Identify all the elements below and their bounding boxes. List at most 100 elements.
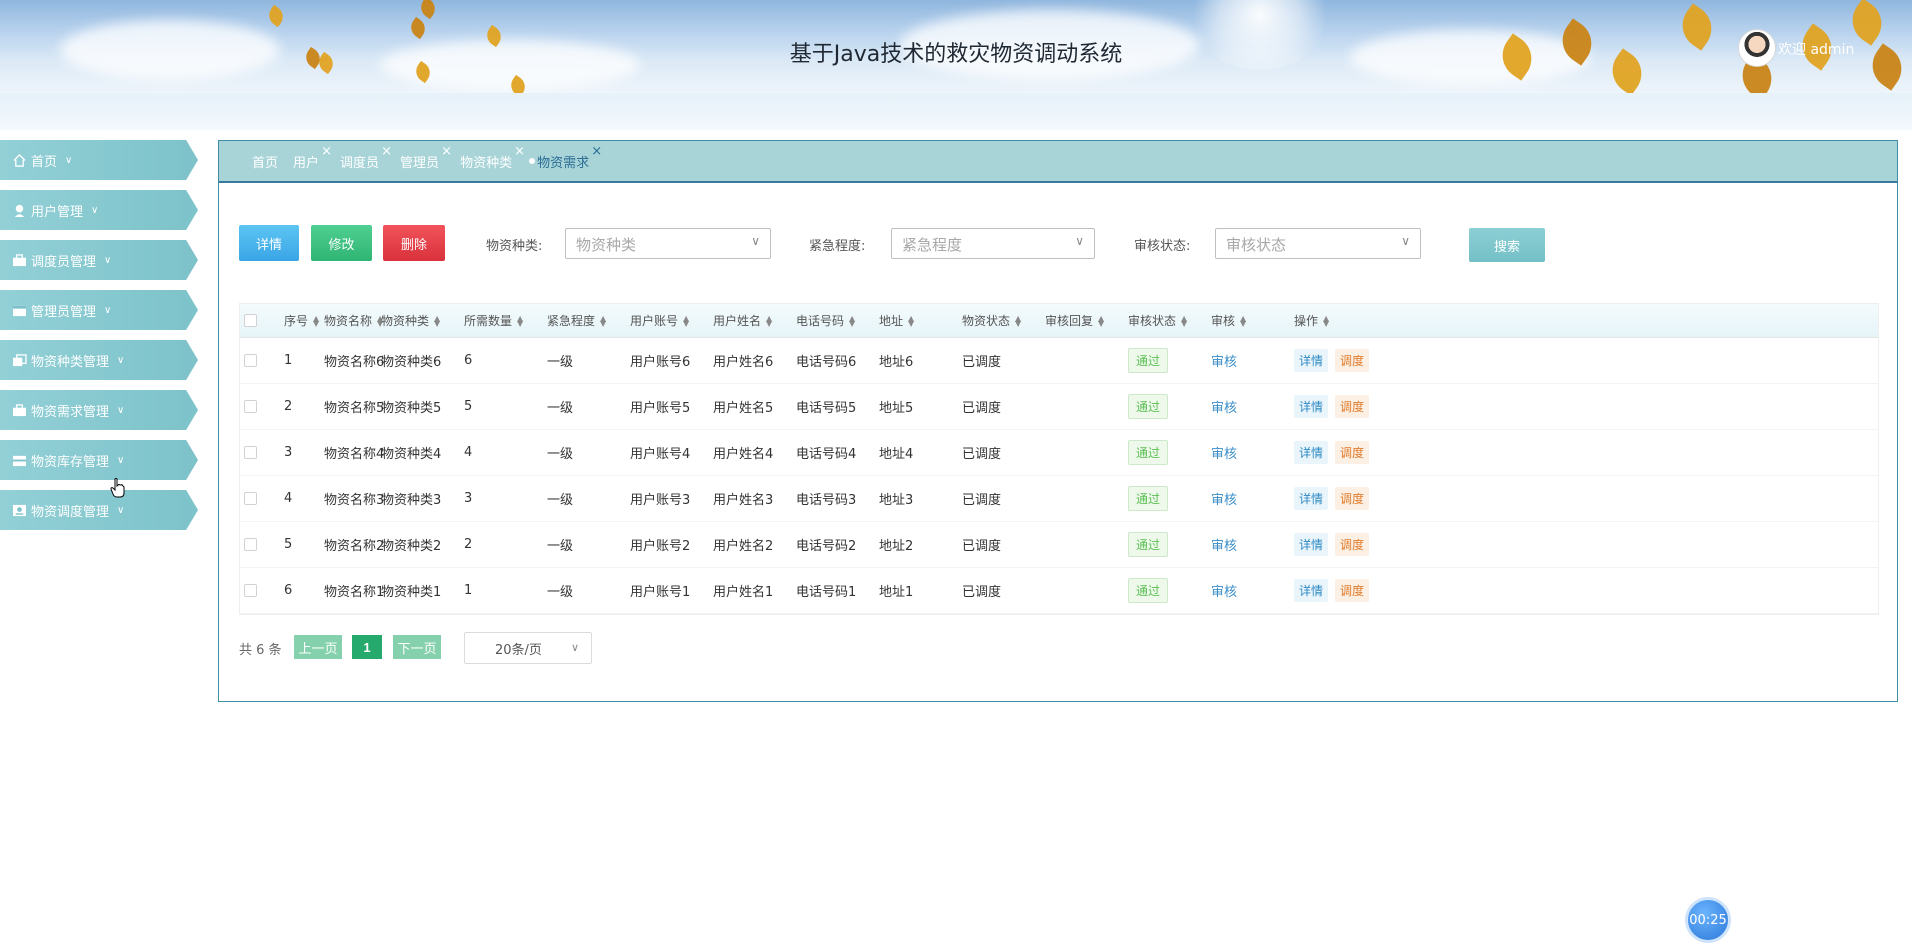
row-detail-button[interactable]: 详情 bbox=[1294, 441, 1329, 464]
prev-page-button[interactable]: 上一页 bbox=[294, 635, 342, 659]
review-link[interactable]: 审核 bbox=[1211, 581, 1237, 600]
detail-button[interactable]: 详情 bbox=[239, 225, 299, 261]
cell-value: 物资种类4 bbox=[381, 447, 442, 462]
sort-icon[interactable]: ▲ ▼ bbox=[1240, 314, 1246, 327]
row-checkbox[interactable] bbox=[244, 538, 257, 551]
close-icon[interactable]: × bbox=[514, 144, 525, 159]
sidebar-item-users[interactable]: 用户管理 ∨ bbox=[0, 190, 198, 230]
table-cell: 已调度 bbox=[962, 338, 1001, 383]
tab-demands[interactable]: 物资需求 × bbox=[529, 144, 602, 171]
page-size-select[interactable]: 20条/页 ∨ bbox=[464, 632, 592, 664]
cell-value: 6 bbox=[464, 353, 473, 368]
close-icon[interactable]: × bbox=[441, 144, 452, 159]
row-dispatch-button[interactable]: 调度 bbox=[1335, 487, 1370, 510]
sort-icon[interactable]: ▲ ▼ bbox=[908, 314, 914, 327]
status-select[interactable]: 审核状态 ∨ bbox=[1215, 228, 1421, 259]
tab-admins[interactable]: 管理员 × bbox=[400, 144, 452, 171]
sort-icon[interactable]: ▲ ▼ bbox=[1015, 314, 1021, 327]
chevron-down-icon: ∨ bbox=[570, 641, 579, 654]
edit-button[interactable]: 修改 bbox=[311, 225, 372, 261]
chevron-down-icon: ∨ bbox=[117, 404, 125, 416]
sort-icon[interactable]: ▲ ▼ bbox=[1098, 314, 1104, 327]
sort-icon[interactable]: ▲ ▼ bbox=[434, 314, 440, 327]
column-header[interactable]: 审核状态 ▲ ▼ bbox=[1128, 304, 1187, 337]
row-detail-button[interactable]: 详情 bbox=[1294, 349, 1329, 372]
column-header-label: 操作 bbox=[1294, 314, 1319, 328]
tab-categories[interactable]: 物资种类 × bbox=[460, 144, 525, 171]
cell-value: 2 bbox=[464, 537, 473, 552]
row-dispatch-button[interactable]: 调度 bbox=[1335, 395, 1370, 418]
review-link[interactable]: 审核 bbox=[1211, 489, 1237, 508]
column-header[interactable]: 用户账号 ▲ ▼ bbox=[630, 304, 689, 337]
sort-icon[interactable]: ▲ ▼ bbox=[600, 314, 606, 327]
review-link[interactable]: 审核 bbox=[1211, 443, 1237, 462]
sort-icon[interactable]: ▲ ▼ bbox=[683, 314, 689, 327]
row-detail-button[interactable]: 详情 bbox=[1294, 487, 1329, 510]
column-header[interactable]: 地址 ▲ ▼ bbox=[879, 304, 914, 337]
chevron-down-icon: ∨ bbox=[104, 304, 112, 316]
column-header[interactable]: 物资状态 ▲ ▼ bbox=[962, 304, 1021, 337]
delete-button[interactable]: 删除 bbox=[383, 225, 445, 261]
row-checkbox[interactable] bbox=[244, 584, 257, 597]
table-cell: 电话号码5 bbox=[796, 384, 856, 429]
row-dispatch-button[interactable]: 调度 bbox=[1335, 533, 1370, 556]
close-icon[interactable]: × bbox=[591, 144, 602, 159]
user-menu[interactable]: 欢迎 admin bbox=[1738, 29, 1898, 69]
sort-icon[interactable]: ▲ ▼ bbox=[849, 314, 855, 327]
timer-badge[interactable]: 00:25 bbox=[1685, 897, 1731, 943]
column-header[interactable]: 紧急程度 ▲ ▼ bbox=[547, 304, 606, 337]
sidebar: 首页 ∨ 用户管理 ∨ 调度员管理 ∨ 管理员管理 ∨ 物资种类管理 ∨ 物资需… bbox=[0, 140, 200, 540]
sort-icon[interactable]: ▲ ▼ bbox=[766, 314, 772, 327]
cell-value: 一级 bbox=[547, 355, 574, 370]
sidebar-item-dispatchers[interactable]: 调度员管理 ∨ bbox=[0, 240, 198, 280]
row-checkbox[interactable] bbox=[244, 354, 257, 367]
search-button[interactable]: 搜索 bbox=[1469, 228, 1545, 262]
column-header[interactable]: 操作 ▲ ▼ bbox=[1294, 304, 1329, 337]
table-cell: 审核 bbox=[1211, 522, 1237, 567]
row-checkbox[interactable] bbox=[244, 400, 257, 413]
column-header[interactable]: 物资种类 ▲ ▼ bbox=[381, 304, 440, 337]
column-header[interactable]: 审核回复 ▲ ▼ bbox=[1045, 304, 1104, 337]
sort-icon[interactable]: ▲ ▼ bbox=[1181, 314, 1187, 327]
column-header[interactable]: 物资名称 ▲ ▼ bbox=[324, 304, 383, 337]
column-header[interactable]: 所需数量 ▲ ▼ bbox=[464, 304, 523, 337]
tab-users[interactable]: 用户 × bbox=[293, 144, 332, 171]
sidebar-item-inventory[interactable]: 物资库存管理 ∨ bbox=[0, 440, 198, 480]
sort-icon[interactable]: ▲ ▼ bbox=[517, 314, 523, 327]
tab-home[interactable]: 首页 bbox=[252, 152, 278, 171]
review-link[interactable]: 审核 bbox=[1211, 351, 1237, 370]
category-select[interactable]: 物资种类 ∨ bbox=[565, 228, 771, 259]
sidebar-item-admins[interactable]: 管理员管理 ∨ bbox=[0, 290, 198, 330]
column-header-label: 审核 bbox=[1211, 314, 1236, 328]
row-checkbox[interactable] bbox=[244, 492, 257, 505]
chevron-down-icon: ∨ bbox=[117, 354, 125, 366]
page-1-button[interactable]: 1 bbox=[352, 635, 382, 659]
sidebar-item-home[interactable]: 首页 ∨ bbox=[0, 140, 198, 180]
column-header[interactable]: 用户姓名 ▲ ▼ bbox=[713, 304, 772, 337]
urgency-select[interactable]: 紧急程度 ∨ bbox=[891, 228, 1095, 259]
sidebar-item-categories[interactable]: 物资种类管理 ∨ bbox=[0, 340, 198, 380]
review-link[interactable]: 审核 bbox=[1211, 397, 1237, 416]
row-detail-button[interactable]: 详情 bbox=[1294, 579, 1329, 602]
column-header[interactable]: 审核 ▲ ▼ bbox=[1211, 304, 1246, 337]
review-link[interactable]: 审核 bbox=[1211, 535, 1237, 554]
row-detail-button[interactable]: 详情 bbox=[1294, 533, 1329, 556]
close-icon[interactable]: × bbox=[321, 144, 332, 159]
row-dispatch-button[interactable]: 调度 bbox=[1335, 441, 1370, 464]
sidebar-item-demands[interactable]: 物资需求管理 ∨ bbox=[0, 390, 198, 430]
column-header[interactable]: 序号 ▲ ▼ bbox=[284, 304, 319, 337]
tab-dispatchers[interactable]: 调度员 × bbox=[340, 144, 392, 171]
row-dispatch-button[interactable]: 调度 bbox=[1335, 579, 1370, 602]
next-page-button[interactable]: 下一页 bbox=[393, 635, 441, 659]
row-checkbox[interactable] bbox=[244, 446, 257, 459]
avatar[interactable] bbox=[1738, 29, 1776, 67]
table-body: 1 物资名称6 物资种类6 6 一级 用户账号6 用户姓名6 电话号码6 地址6 已调度 通过 审核详… bbox=[240, 338, 1878, 614]
select-all-checkbox[interactable] bbox=[244, 314, 257, 327]
sidebar-item-dispatch[interactable]: 物资调度管理 ∨ bbox=[0, 490, 198, 530]
row-dispatch-button[interactable]: 调度 bbox=[1335, 349, 1370, 372]
sort-icon[interactable]: ▲ ▼ bbox=[313, 314, 319, 327]
row-detail-button[interactable]: 详情 bbox=[1294, 395, 1329, 418]
sort-icon[interactable]: ▲ ▼ bbox=[1323, 314, 1329, 327]
column-header[interactable]: 电话号码 ▲ ▼ bbox=[796, 304, 855, 337]
close-icon[interactable]: × bbox=[381, 144, 392, 159]
